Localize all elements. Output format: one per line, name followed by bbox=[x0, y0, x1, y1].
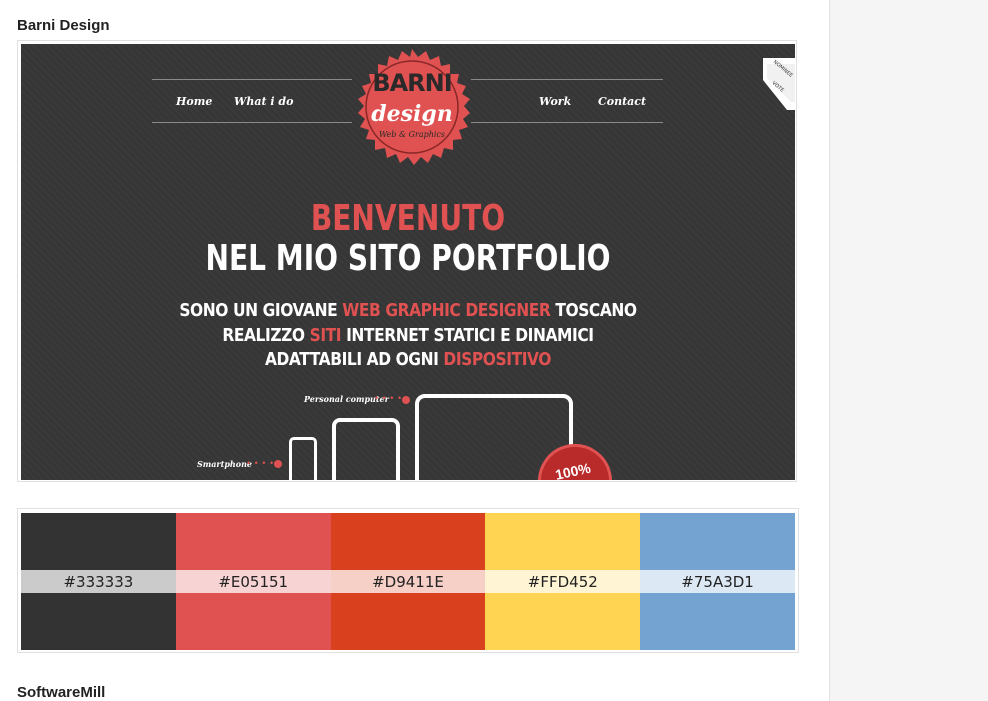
dotted-connector: • • • • bbox=[247, 458, 275, 468]
swatch-hex-label: #D9411E bbox=[372, 573, 444, 591]
nav-divider-line bbox=[152, 122, 352, 123]
color-swatch: #75A3D1 bbox=[640, 513, 795, 650]
color-swatch: #D9411E bbox=[330, 513, 486, 650]
nav-divider-line bbox=[471, 122, 663, 123]
hero-text-line-1: SONO UN GIOVANE WEB GRAPHIC DESIGNER TOS… bbox=[179, 300, 637, 321]
nominee-ribbon[interactable]: NOMINEE VOTE bbox=[757, 58, 795, 110]
barni-design-logo[interactable]: BARNI design Web & Graphics bbox=[352, 47, 472, 167]
label-smartphone: Smartphone bbox=[197, 459, 252, 469]
nav-link-contact[interactable]: Contact bbox=[598, 95, 646, 108]
color-swatch: #E05151 bbox=[175, 513, 331, 650]
color-swatch: #333333 bbox=[21, 513, 176, 650]
nav-divider-line bbox=[471, 79, 663, 80]
website-screenshot: Home What i do Work Contact BARNI design… bbox=[21, 44, 795, 480]
nav-link-work[interactable]: Work bbox=[539, 95, 571, 108]
swatch-hex-label: #FFD452 bbox=[527, 573, 598, 591]
hero-title-portfolio: NEL MIO SITO PORTFOLIO bbox=[205, 238, 611, 279]
hero-text-line-3: ADATTABILI AD OGNI DISPOSITIVO bbox=[264, 349, 552, 370]
nav-link-home[interactable]: Home bbox=[176, 95, 212, 108]
connector-dot bbox=[402, 396, 410, 404]
tablet-icon bbox=[332, 418, 400, 480]
section-title-softwaremill: SoftwareMill bbox=[17, 684, 106, 701]
swatch-hex-label: #E05151 bbox=[218, 573, 289, 591]
dotted-connector: • • • • bbox=[375, 393, 403, 403]
color-palette: #333333 #E05151 #D9411E #FFD452 #75A3D1 bbox=[21, 513, 795, 650]
hero-text-line-2: REALIZZO SITI INTERNET STATICI E DINAMIC… bbox=[222, 325, 594, 346]
logo-tagline: Web & Graphics bbox=[378, 130, 446, 139]
color-swatch: #FFD452 bbox=[485, 513, 641, 650]
connector-dot bbox=[274, 460, 282, 468]
logo-text-design: design bbox=[371, 101, 453, 127]
color-palette-frame: #333333 #E05151 #D9411E #FFD452 #75A3D1 bbox=[17, 508, 799, 653]
section-title-barni-design: Barni Design bbox=[17, 17, 110, 34]
swatch-hex-label: #333333 bbox=[63, 573, 134, 591]
hero-title-benvenuto: BENVENUTO bbox=[310, 198, 506, 239]
website-screenshot-frame[interactable]: Home What i do Work Contact BARNI design… bbox=[17, 40, 797, 482]
swatch-hex-label: #75A3D1 bbox=[681, 573, 754, 591]
smartphone-icon bbox=[289, 437, 317, 480]
logo-text-barni: BARNI bbox=[372, 69, 452, 97]
right-sidebar bbox=[829, 0, 988, 701]
nav-link-what-i-do[interactable]: What i do bbox=[234, 95, 293, 108]
nav-divider-line bbox=[152, 79, 352, 80]
